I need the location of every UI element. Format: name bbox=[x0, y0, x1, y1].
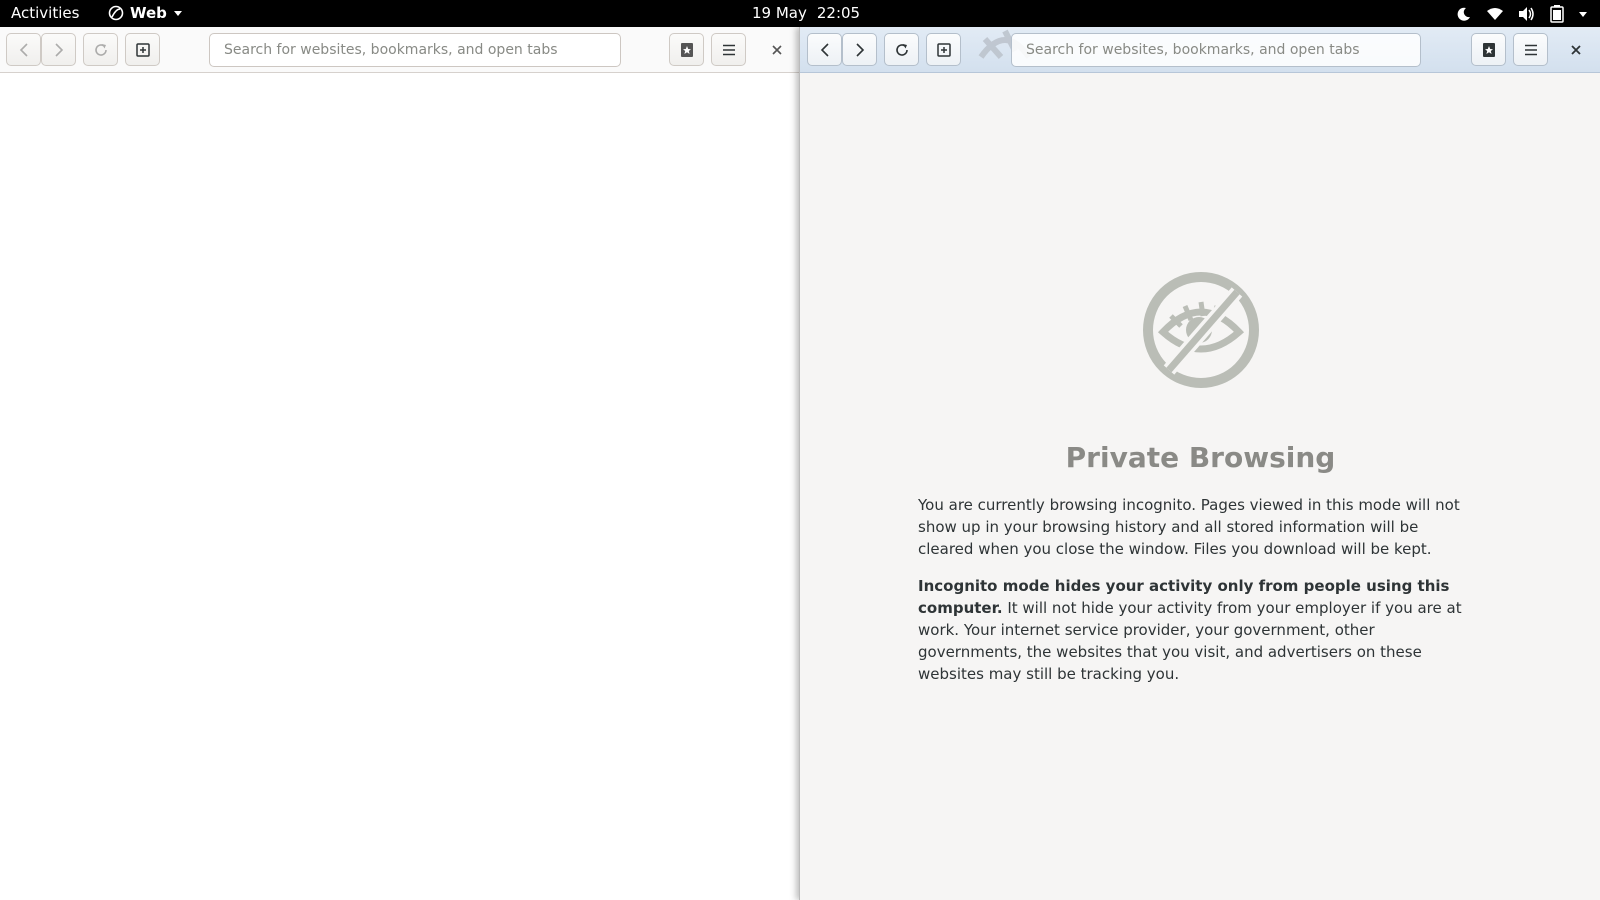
private-browsing-title: Private Browsing bbox=[1065, 441, 1336, 474]
reload-icon bbox=[94, 43, 108, 57]
close-window-button[interactable] bbox=[1563, 33, 1589, 66]
activities-button[interactable]: Activities bbox=[11, 4, 79, 22]
hamburger-menu-icon bbox=[1524, 44, 1538, 56]
browser-window-incognito: Search for websites, bookmarks, and open… bbox=[799, 27, 1600, 900]
reload-icon bbox=[895, 43, 909, 57]
forward-button[interactable] bbox=[842, 33, 877, 66]
forward-arrow-icon bbox=[54, 42, 64, 57]
chevron-down-icon bbox=[173, 9, 183, 17]
app-menu-label: Web bbox=[130, 4, 167, 22]
main-menu-button[interactable] bbox=[1513, 33, 1548, 66]
close-icon bbox=[772, 40, 782, 59]
forward-arrow-icon bbox=[855, 42, 865, 57]
back-button[interactable] bbox=[6, 33, 41, 66]
web-app-icon bbox=[108, 5, 124, 21]
page-content[interactable] bbox=[0, 74, 799, 900]
back-arrow-icon bbox=[19, 42, 29, 57]
private-browsing-warning: Incognito mode hides your activity only … bbox=[918, 575, 1476, 685]
volume-icon bbox=[1518, 6, 1536, 22]
wifi-icon bbox=[1486, 6, 1504, 22]
back-button[interactable] bbox=[807, 33, 842, 66]
top-bar: Activities Web 19 May 22:05 bbox=[0, 0, 1600, 27]
clock-time: 22:05 bbox=[816, 4, 861, 22]
address-bar[interactable]: Search for websites, bookmarks, and open… bbox=[209, 33, 621, 67]
forward-button[interactable] bbox=[41, 33, 76, 66]
battery-icon bbox=[1550, 5, 1564, 23]
header-bar-incognito: Search for websites, bookmarks, and open… bbox=[800, 27, 1600, 73]
bookmark-star-icon bbox=[679, 42, 695, 58]
private-browsing-description: You are currently browsing incognito. Pa… bbox=[918, 496, 1460, 558]
new-tab-button[interactable] bbox=[926, 33, 961, 66]
new-tab-button[interactable] bbox=[125, 33, 160, 66]
browser-window-normal: Search for websites, bookmarks, and open… bbox=[0, 27, 799, 900]
private-browsing-page: Private Browsing You are currently brows… bbox=[800, 74, 1600, 900]
header-bar: Search for websites, bookmarks, and open… bbox=[0, 27, 799, 73]
clock[interactable]: 19 May 22:05 bbox=[752, 4, 860, 22]
new-tab-icon bbox=[135, 42, 151, 58]
bookmark-star-icon bbox=[1481, 42, 1497, 58]
close-icon bbox=[1571, 40, 1581, 59]
app-menu[interactable]: Web bbox=[108, 4, 183, 22]
reload-button[interactable] bbox=[884, 33, 919, 66]
night-light-icon bbox=[1456, 6, 1472, 22]
system-menu-arrow-icon bbox=[1578, 10, 1588, 18]
clock-date: 19 May bbox=[752, 4, 807, 22]
main-menu-button[interactable] bbox=[711, 33, 746, 66]
bookmarks-button[interactable] bbox=[669, 33, 704, 66]
hamburger-menu-icon bbox=[722, 44, 736, 56]
back-arrow-icon bbox=[820, 42, 830, 57]
private-browsing-eye-icon bbox=[1141, 270, 1261, 394]
reload-button[interactable] bbox=[83, 33, 118, 66]
close-window-button[interactable] bbox=[764, 33, 790, 66]
system-status-area[interactable] bbox=[1456, 5, 1588, 23]
new-tab-icon bbox=[936, 42, 952, 58]
address-bar[interactable]: Search for websites, bookmarks, and open… bbox=[1011, 33, 1421, 67]
bookmarks-button[interactable] bbox=[1471, 33, 1506, 66]
